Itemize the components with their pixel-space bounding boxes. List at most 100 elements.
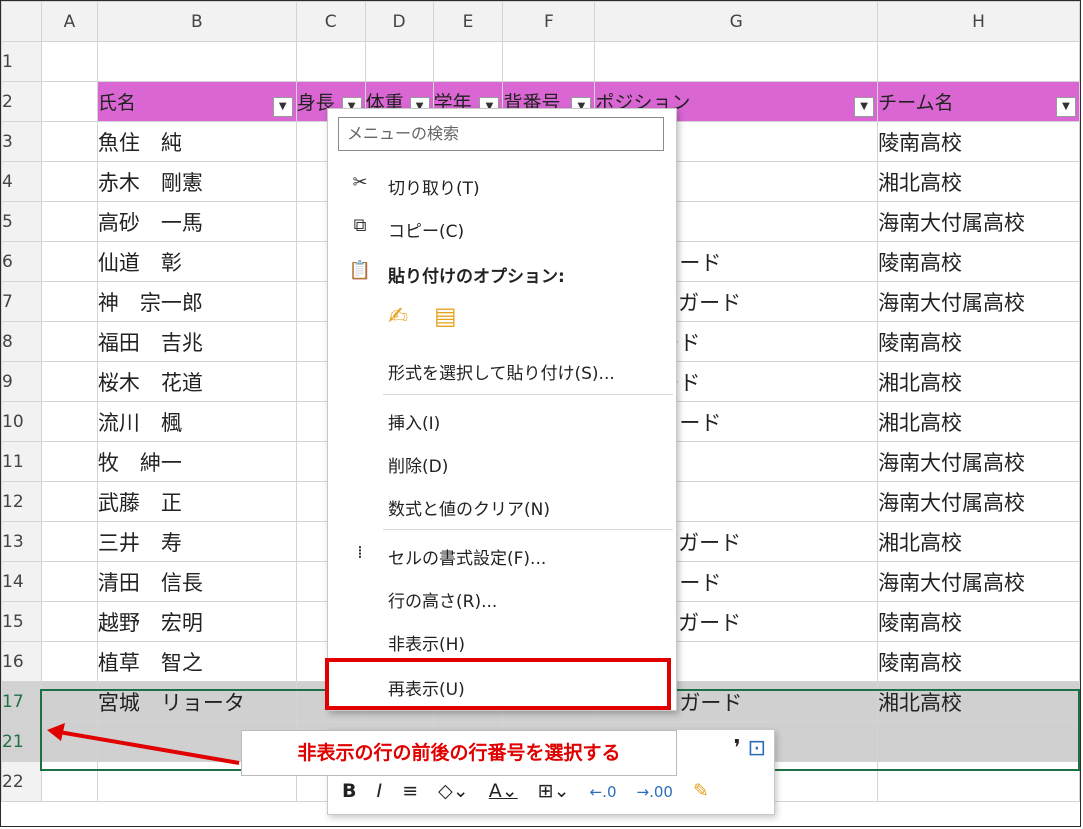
menu-item-hide[interactable]: 非表示(H) (328, 620, 676, 660)
cell[interactable] (40, 281, 98, 322)
column-header-c[interactable]: C (295, 1, 366, 42)
row-header[interactable]: 1 (1, 41, 42, 82)
row-header[interactable]: 6 (1, 241, 42, 282)
row-header[interactable]: 16 (1, 641, 42, 682)
cell[interactable] (594, 41, 879, 82)
cell[interactable] (40, 561, 98, 602)
cell[interactable] (40, 201, 98, 242)
cell[interactable]: 海南大付属高校 (877, 201, 1080, 242)
row-header[interactable]: 3 (1, 121, 42, 162)
cell[interactable] (40, 441, 98, 482)
increase-decimal-icon[interactable]: →.00 (637, 783, 673, 801)
cell[interactable] (40, 521, 98, 562)
row-header[interactable]: 2 (1, 81, 42, 122)
column-header-b[interactable]: B (96, 1, 297, 42)
cell[interactable]: 赤木 剛憲 (96, 161, 297, 202)
cell[interactable]: 陵南高校 (877, 321, 1080, 362)
cell[interactable] (502, 41, 596, 82)
bold-button[interactable]: B (342, 780, 356, 802)
cell[interactable] (877, 41, 1080, 82)
format-painter-icon[interactable]: ✎ (693, 780, 709, 802)
cell[interactable]: 湘北高校 (877, 681, 1080, 722)
row-header[interactable]: 13 (1, 521, 42, 562)
cell[interactable] (364, 41, 434, 82)
menu-item-row-height[interactable]: 行の高さ(R)... (328, 577, 676, 617)
cell[interactable]: 陵南高校 (877, 641, 1080, 682)
cell[interactable] (40, 361, 98, 402)
column-header-d[interactable]: D (364, 1, 434, 42)
cell[interactable]: 海南大付属高校 (877, 561, 1080, 602)
column-header-g[interactable]: G (594, 1, 879, 42)
header-cell-name[interactable]: 氏名 ▼ (96, 81, 297, 122)
row-header[interactable]: 4 (1, 161, 42, 202)
cell[interactable] (40, 121, 98, 162)
row-header[interactable]: 10 (1, 401, 42, 442)
cell[interactable] (40, 601, 98, 642)
cell[interactable]: 仙道 彰 (96, 241, 297, 282)
cell[interactable] (877, 721, 1080, 762)
menu-item-cut[interactable]: ✂ 切り取り(T) (328, 164, 676, 204)
cell[interactable] (40, 401, 98, 442)
row-header[interactable]: 15 (1, 601, 42, 642)
cell[interactable] (40, 321, 98, 362)
cell[interactable]: 植草 智之 (96, 641, 297, 682)
cell[interactable]: 湘北高校 (877, 361, 1080, 402)
cell[interactable]: 海南大付属高校 (877, 281, 1080, 322)
row-header[interactable]: 7 (1, 281, 42, 322)
cell[interactable]: 牧 紳一 (96, 441, 297, 482)
cell[interactable] (40, 81, 98, 122)
row-header[interactable]: 11 (1, 441, 42, 482)
cell[interactable]: 湘北高校 (877, 521, 1080, 562)
menu-search-input[interactable]: メニューの検索 (338, 117, 664, 151)
row-header[interactable]: 5 (1, 201, 42, 242)
menu-item-clear[interactable]: 数式と値のクリア(N) (328, 485, 676, 525)
cell[interactable]: 海南大付属高校 (877, 441, 1080, 482)
select-all-corner[interactable] (1, 1, 42, 42)
row-header[interactable]: 17 (1, 681, 42, 722)
row-header[interactable]: 12 (1, 481, 42, 522)
cell[interactable]: 湘北高校 (877, 161, 1080, 202)
borders-icon[interactable]: ⊞⌄ (538, 780, 570, 802)
cell[interactable] (96, 41, 297, 82)
cell[interactable] (295, 41, 366, 82)
cell[interactable] (432, 41, 504, 82)
cell[interactable] (40, 161, 98, 202)
column-header-a[interactable]: A (40, 1, 98, 42)
cell[interactable] (40, 761, 98, 802)
cell[interactable] (40, 721, 98, 762)
italic-button[interactable]: I (377, 780, 383, 802)
cell[interactable]: 海南大付属高校 (877, 481, 1080, 522)
filter-dropdown-icon[interactable]: ▼ (1056, 97, 1076, 117)
cell[interactable]: 越野 宏明 (96, 601, 297, 642)
font-color-icon[interactable]: A⌄ (489, 780, 518, 802)
menu-item-copy[interactable]: ⧉ コピー(C) (328, 207, 676, 247)
menu-item-delete[interactable]: 削除(D) (328, 442, 676, 482)
cell[interactable]: 高砂 一馬 (96, 201, 297, 242)
menu-item-format-cells[interactable]: ⁞ セルの書式設定(F)... (328, 534, 676, 574)
cell[interactable]: 陵南高校 (877, 601, 1080, 642)
cell[interactable] (40, 681, 98, 722)
cell[interactable] (40, 641, 98, 682)
column-header-f[interactable]: F (502, 1, 596, 42)
paste-icon[interactable]: ▤ (434, 302, 466, 336)
menu-item-paste-special[interactable]: 形式を選択して貼り付け(S)... (328, 349, 676, 389)
cell[interactable]: 陵南高校 (877, 121, 1080, 162)
decrease-decimal-icon[interactable]: ←.0 (590, 783, 617, 801)
merge-center-icon[interactable]: ⊡ (748, 736, 766, 761)
cell[interactable]: 福田 吉兆 (96, 321, 297, 362)
cell[interactable]: 魚住 純 (96, 121, 297, 162)
row-header[interactable]: 8 (1, 321, 42, 362)
filter-dropdown-icon[interactable]: ▼ (272, 97, 293, 117)
cell[interactable]: 陵南高校 (877, 241, 1080, 282)
cell[interactable]: 三井 寿 (96, 521, 297, 562)
column-header-e[interactable]: E (432, 1, 504, 42)
row-header[interactable]: 14 (1, 561, 42, 602)
row-header[interactable]: 21 (1, 721, 42, 762)
cell[interactable]: 神 宗一郎 (96, 281, 297, 322)
cell[interactable]: 桜木 花道 (96, 361, 297, 402)
header-cell-team[interactable]: チーム名 ▼ (877, 81, 1080, 122)
cell[interactable]: 流川 楓 (96, 401, 297, 442)
fill-color-icon[interactable]: ◇⌄ (438, 780, 469, 802)
cell[interactable]: 湘北高校 (877, 401, 1080, 442)
comma-style-icon[interactable]: ❜ (733, 736, 740, 761)
